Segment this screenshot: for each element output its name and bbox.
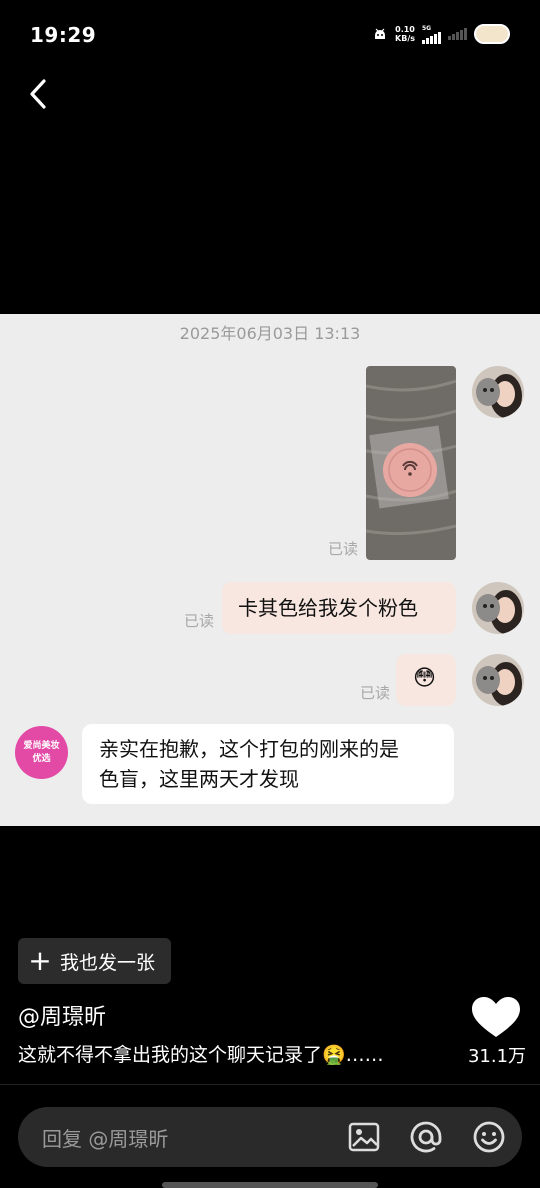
user-avatar [472, 654, 524, 706]
user-avatar [472, 366, 524, 418]
status-time: 19:29 [30, 23, 97, 47]
author-name[interactable]: @周璟昕 [18, 999, 106, 1031]
message-bubble[interactable]: 卡其色给我发个粉色 [222, 582, 456, 634]
message-text: 卡其色给我发个粉色 [238, 596, 418, 620]
post-too-label: 我也发一张 [60, 951, 156, 974]
divider [0, 1084, 540, 1085]
post-too-button[interactable]: + 我也发一张 [18, 938, 171, 984]
heart-icon [472, 997, 520, 1037]
net-speed-value: 0.10 [395, 25, 415, 34]
home-indicator [162, 1182, 378, 1188]
emoji-bubble[interactable]: 😳 [396, 654, 456, 706]
chevron-left-icon [30, 79, 46, 109]
shop-avatar-line2: 优选 [32, 753, 51, 764]
image-message[interactable] [366, 366, 456, 560]
read-status: 已读 [184, 612, 215, 630]
emoji-button[interactable] [472, 1120, 506, 1154]
shop-avatar-line1: 爱尚美妆 [23, 740, 60, 751]
reply-bar[interactable]: 回复 @周璟昕 [18, 1107, 522, 1167]
signal-5g: 5G [422, 25, 441, 44]
message-bubble[interactable]: 亲实在抱歉，这个打包的刚来的是 色盲，这里两天才发现 [82, 724, 454, 804]
message-text: 亲实在抱歉，这个打包的刚来的是 色盲，这里两天才发现 [99, 734, 449, 794]
android-icon [375, 28, 386, 39]
status-icons: 0.10 KB/s 5G [372, 24, 510, 44]
chat-timestamp: 2025年06月03日 13:13 [179, 324, 361, 343]
status-bar: 19:29 0.10 KB/s 5G [0, 0, 540, 70]
net-speed: 0.10 KB/s [395, 25, 415, 43]
shop-avatar: 爱尚美妆 优选 [15, 726, 68, 779]
like-button[interactable] [470, 996, 522, 1038]
read-status: 已读 [328, 540, 359, 558]
read-status: 已读 [360, 684, 391, 702]
flushed-emoji-icon: 😳 [413, 666, 436, 691]
message-line-2: 色盲，这里两天才发现 [99, 767, 299, 791]
signal-icon [422, 31, 441, 44]
plus-icon: + [28, 944, 52, 977]
at-icon [410, 1121, 442, 1153]
image-picker-button[interactable] [347, 1120, 381, 1154]
post-caption[interactable]: 这就不得不拿出我的这个聊天记录了🤮…… [18, 1040, 458, 1067]
signal-secondary-icon [448, 28, 467, 40]
back-button[interactable] [22, 74, 56, 114]
chat-screenshot[interactable]: 2025年06月03日 13:13 已读 已读 卡其色给我发个粉色 已读 😳 爱… [0, 314, 540, 826]
image-icon [348, 1122, 380, 1152]
reply-input[interactable]: 回复 @周璟昕 [42, 1123, 168, 1152]
smiley-icon [473, 1121, 505, 1153]
user-avatar [472, 582, 524, 634]
message-line-1: 亲实在抱歉，这个打包的刚来的是 [99, 737, 399, 761]
network-type: 5G [422, 24, 432, 32]
net-speed-unit: KB/s [395, 34, 415, 43]
like-count: 31.1万 [467, 1046, 527, 1067]
battery-icon [474, 24, 510, 44]
mention-button[interactable] [409, 1120, 443, 1154]
